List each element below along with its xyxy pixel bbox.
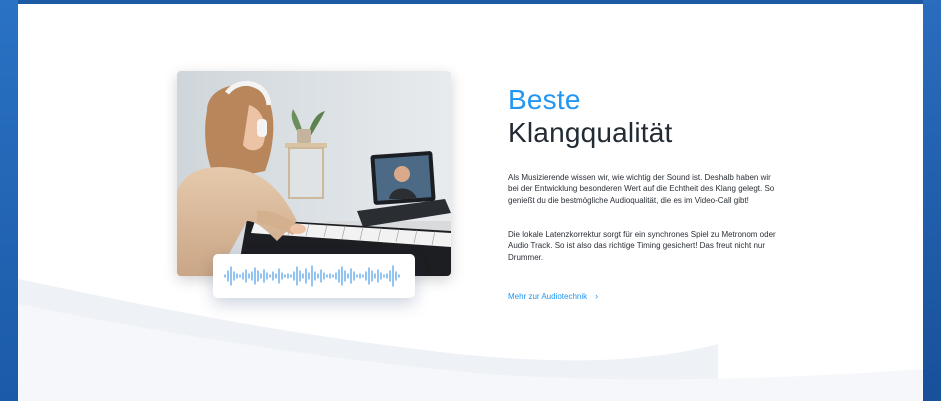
audio-waveform-card: [213, 254, 415, 298]
content-section: Beste Klangqualität Als Musizierende wis…: [18, 4, 923, 401]
audio-tech-link-label: Mehr zur Audiotechnik: [508, 292, 588, 301]
audio-tech-link[interactable]: Mehr zur Audiotechnik ›: [508, 291, 598, 301]
heading-accent: Beste: [508, 84, 581, 115]
page-frame-left: [0, 0, 18, 401]
background-wave: [18, 279, 923, 401]
chevron-right-icon: ›: [595, 291, 599, 301]
audio-waveform-icon: [224, 265, 400, 287]
page-frame-right: [923, 0, 941, 401]
description-paragraph-2: Die lokale Latenzkorrektur sorgt für ein…: [508, 230, 776, 262]
musician-photo: [177, 71, 451, 276]
heading-main: Klangqualität: [508, 117, 673, 148]
description-paragraph-1: Als Musizierende wissen wir, wie wichtig…: [508, 173, 775, 205]
feature-text: Beste Klangqualität Als Musizierende wis…: [508, 84, 788, 301]
